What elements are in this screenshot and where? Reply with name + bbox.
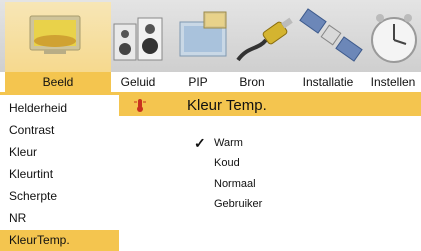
menu-item-nr[interactable]: NR	[0, 208, 119, 229]
clock-icon[interactable]	[360, 6, 421, 68]
option-normaal[interactable]: Normaal	[214, 178, 256, 190]
option-koud[interactable]: Koud	[214, 157, 240, 169]
checkmark-icon: ✓	[194, 135, 206, 151]
thermometer-icon	[133, 98, 147, 113]
tab-beeld[interactable]: Beeld	[5, 72, 111, 92]
pip-icon[interactable]	[172, 6, 242, 68]
menu-item-contrast[interactable]: Contrast	[0, 120, 119, 141]
option-warm[interactable]: Warm	[214, 137, 243, 149]
option-gebruiker[interactable]: Gebruiker	[214, 198, 262, 210]
tab-pip[interactable]: PIP	[178, 72, 218, 92]
tab-instellen[interactable]: Instellen	[365, 72, 421, 92]
tab-geluid[interactable]: Geluid	[113, 72, 163, 92]
menu-item-helderheid[interactable]: Helderheid	[0, 98, 119, 119]
tab-installatie[interactable]: Installatie	[297, 72, 359, 92]
panel-title: Kleur Temp.	[187, 97, 267, 114]
tab-bar: Beeld Geluid PIP Bron Installatie Instel…	[0, 72, 421, 92]
picture-settings-menu: Helderheid Contrast Kleur Kleurtint Sche…	[0, 95, 119, 251]
tv-picture-icon[interactable]	[24, 6, 94, 68]
menu-item-kleurtint[interactable]: Kleurtint	[0, 164, 119, 185]
menu-item-kleur[interactable]: Kleur	[0, 142, 119, 163]
menu-item-kleurtemp[interactable]: KleurTemp.	[0, 230, 119, 251]
panel-header: Kleur Temp.	[119, 95, 421, 116]
speakers-icon[interactable]	[108, 6, 178, 68]
menu-item-scherpte[interactable]: Scherpte	[0, 186, 119, 207]
satellite-icon[interactable]	[296, 6, 366, 68]
cable-connector-icon[interactable]	[234, 6, 304, 68]
icon-toolbar	[0, 0, 421, 72]
tab-bron[interactable]: Bron	[232, 72, 272, 92]
